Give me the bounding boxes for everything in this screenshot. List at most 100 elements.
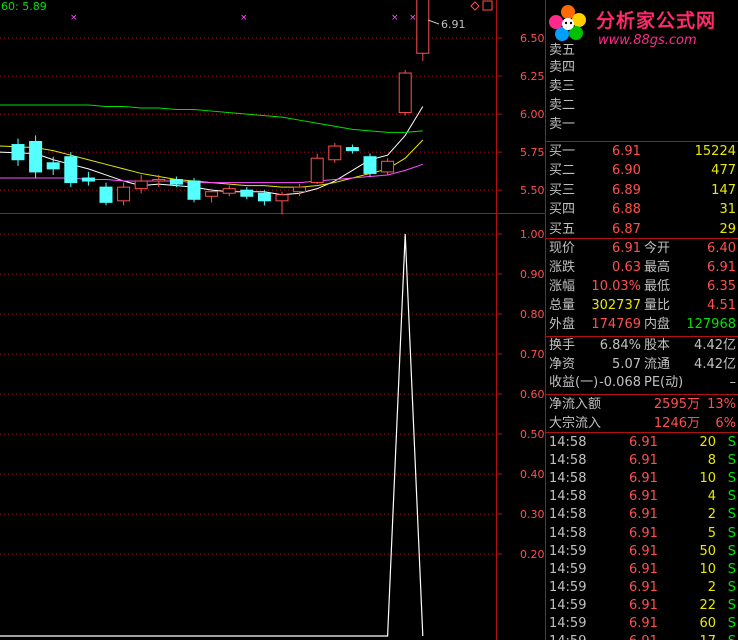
quote-label: 外盘 [549, 317, 576, 332]
price-tick-label: 6.25 [520, 70, 545, 83]
quote-row: 现价 6.91 今开 6.40 [546, 240, 738, 258]
tick-side: S [727, 616, 736, 631]
bid-price: 6.90 [612, 163, 641, 179]
fundamental-row: 收益(一) -0.068 PE(动) – [546, 374, 738, 392]
bid-label: 买四 [549, 202, 576, 218]
diamond-icon[interactable] [470, 1, 480, 11]
fundamental-label: 流通 [644, 356, 671, 372]
tick-time: 14:59 [549, 597, 587, 613]
tick-price: 6.91 [629, 471, 658, 487]
marker-icon: × [391, 13, 399, 23]
tick-volume: 20 [699, 435, 716, 450]
candle-body-down [46, 162, 60, 170]
quote-value: 302737 [591, 298, 641, 313]
quote-value: 6.91 [707, 260, 736, 275]
bid-label: 买五 [549, 221, 576, 237]
separator [546, 238, 738, 239]
tick-volume: 10 [699, 561, 716, 577]
tick-time: 14:58 [549, 507, 587, 523]
tick-price: 6.91 [629, 507, 658, 523]
quote-value: 10.03% [591, 279, 641, 294]
tick-price: 6.91 [629, 525, 658, 541]
ask-row: 卖一 [546, 116, 738, 134]
quote-label: 涨跌 [549, 260, 576, 275]
axis-labels: 6.50 6.25 6.00 5.75 5.50 1.00 0.90 0.80 0.70 0.60… [520, 32, 545, 561]
fundamental-value: 5.07 [612, 356, 641, 372]
candle-body-down [11, 144, 25, 161]
quote-value: 0.63 [612, 260, 641, 275]
candle-body-up [328, 145, 342, 161]
fundamental-label: 净资 [549, 356, 576, 372]
fundamental-label: PE(动) [644, 375, 684, 390]
bid-row: 买一 6.91 15224 [546, 143, 738, 161]
candle-body-up [310, 157, 324, 184]
flow-amount: 2595万 [653, 397, 700, 412]
quote-value: 6.40 [707, 241, 736, 256]
tick-price: 6.91 [629, 489, 658, 505]
candle-body-up [152, 179, 166, 182]
tick-volume: 8 [707, 453, 716, 469]
bid-row: 买四 6.88 31 [546, 201, 738, 219]
ask-label: 卖一 [549, 117, 576, 132]
candle-body-down [345, 147, 359, 152]
candle-body-up [134, 180, 148, 190]
tick-side: S [727, 561, 736, 577]
separator [546, 394, 738, 395]
tick-price: 6.91 [629, 633, 658, 640]
quote-panel: 分析家公式网 www.88gs.com 卖五 卖四 卖三 卖二 卖一 买一 6.91 1522… [546, 0, 738, 640]
tick-time: 14:58 [549, 435, 587, 450]
ask-label: 卖五 [549, 43, 576, 58]
candle-body-up [222, 188, 236, 194]
tick-row: 14:58 6.91 5 S [546, 525, 738, 543]
bid-volume: 15224 [694, 144, 736, 159]
candle-body-up [416, 0, 430, 54]
ask-row: 卖三 [546, 78, 738, 96]
candle-body-up [398, 72, 412, 114]
candle-body-up [205, 191, 219, 197]
indicator-tick-label: 0.50 [520, 428, 545, 441]
gridlines [0, 37, 502, 555]
bid-price: 6.89 [612, 182, 641, 198]
tick-time: 14:59 [549, 543, 587, 559]
tick-time: 14:58 [549, 471, 587, 487]
flow-amount: 1246万 [653, 415, 700, 431]
tick-row: 14:59 6.91 50 S [546, 543, 738, 561]
bid-volume: 31 [719, 202, 736, 218]
candle-body-down [187, 180, 201, 200]
bid-label: 买三 [549, 182, 576, 198]
window-box-icon[interactable] [482, 0, 493, 11]
bid-row: 买五 6.87 29 [546, 221, 738, 239]
tick-side: S [727, 543, 736, 559]
fundamental-value: 4.42亿 [694, 338, 736, 353]
candle-body-up [381, 160, 395, 173]
quote-label: 最低 [644, 279, 671, 294]
tick-volume: 5 [707, 525, 716, 541]
tick-side: S [727, 525, 736, 541]
quote-row: 涨跌 0.63 最高 6.91 [546, 259, 738, 277]
ma-line-4 [0, 104, 423, 133]
tick-side: S [727, 579, 736, 595]
moving-average-lines [0, 104, 424, 196]
quote-value: 6.91 [612, 241, 641, 256]
quote-label: 现价 [549, 241, 576, 256]
ask-label: 卖二 [549, 98, 576, 113]
tick-volume: 2 [707, 579, 716, 595]
tick-price: 6.91 [629, 453, 658, 469]
separator [546, 141, 738, 142]
tick-row: 14:58 6.91 20 S [546, 434, 738, 452]
candle-body-down [81, 177, 95, 182]
tick-row: 14:58 6.91 8 S [546, 452, 738, 470]
bid-row: 买三 6.89 147 [546, 182, 738, 200]
tick-volume: 2 [707, 507, 716, 523]
tick-row: 14:58 6.91 4 S [546, 488, 738, 506]
tick-row: 14:59 6.91 10 S [546, 561, 738, 579]
tick-price: 6.91 [629, 579, 658, 595]
tick-price: 6.91 [629, 597, 658, 613]
tick-time: 14:59 [549, 616, 587, 631]
bid-volume: 477 [711, 163, 736, 179]
indicator-tick-label: 0.80 [520, 308, 545, 321]
tick-volume: 10 [699, 471, 716, 487]
candle-body-down [240, 189, 254, 197]
tick-volume: 22 [699, 597, 716, 613]
candle-body-up [275, 194, 289, 202]
